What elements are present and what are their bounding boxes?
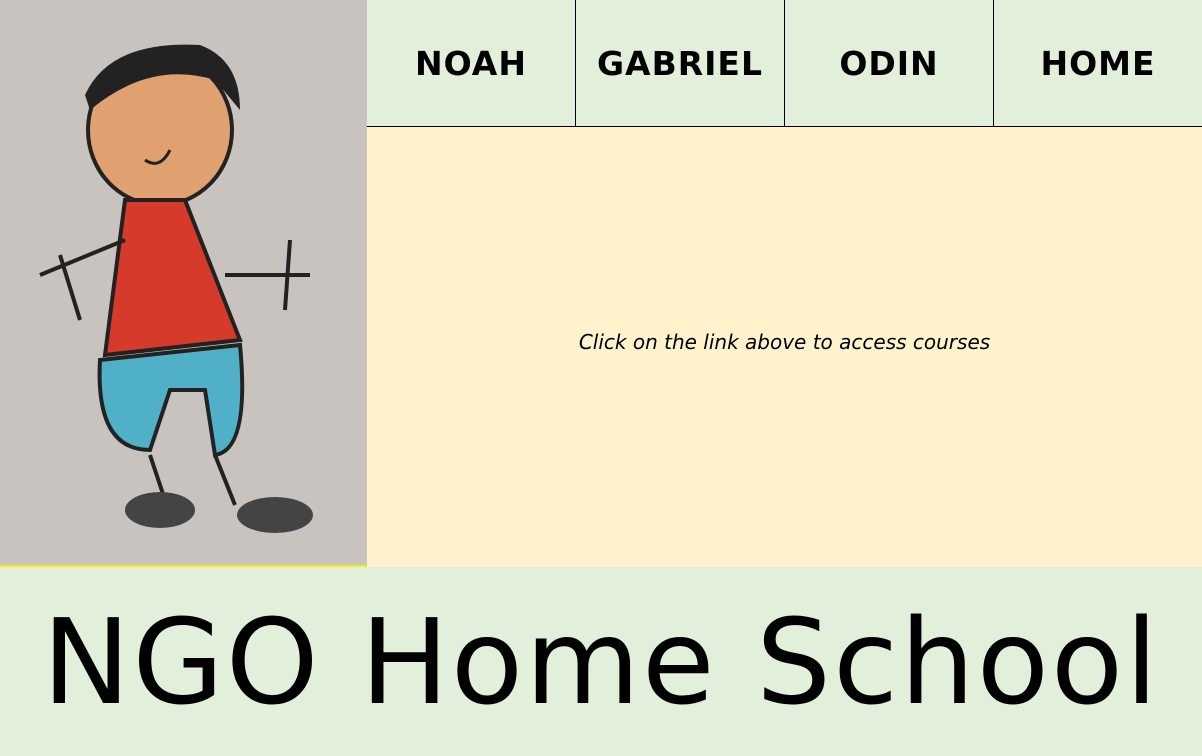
nav-link-home[interactable]: HOME xyxy=(994,0,1202,126)
main-nav: NOAH GABRIEL ODIN HOME xyxy=(367,0,1202,127)
content-area: Click on the link above to access course… xyxy=(367,127,1202,567)
instruction-text: Click on the link above to access course… xyxy=(578,330,991,354)
site-title: NGO Home School xyxy=(42,592,1160,731)
child-drawing-image xyxy=(0,0,367,565)
nav-link-gabriel[interactable]: GABRIEL xyxy=(576,0,785,126)
footer-banner: NGO Home School xyxy=(0,567,1202,756)
nav-link-noah[interactable]: NOAH xyxy=(367,0,576,126)
nav-link-odin[interactable]: ODIN xyxy=(785,0,994,126)
